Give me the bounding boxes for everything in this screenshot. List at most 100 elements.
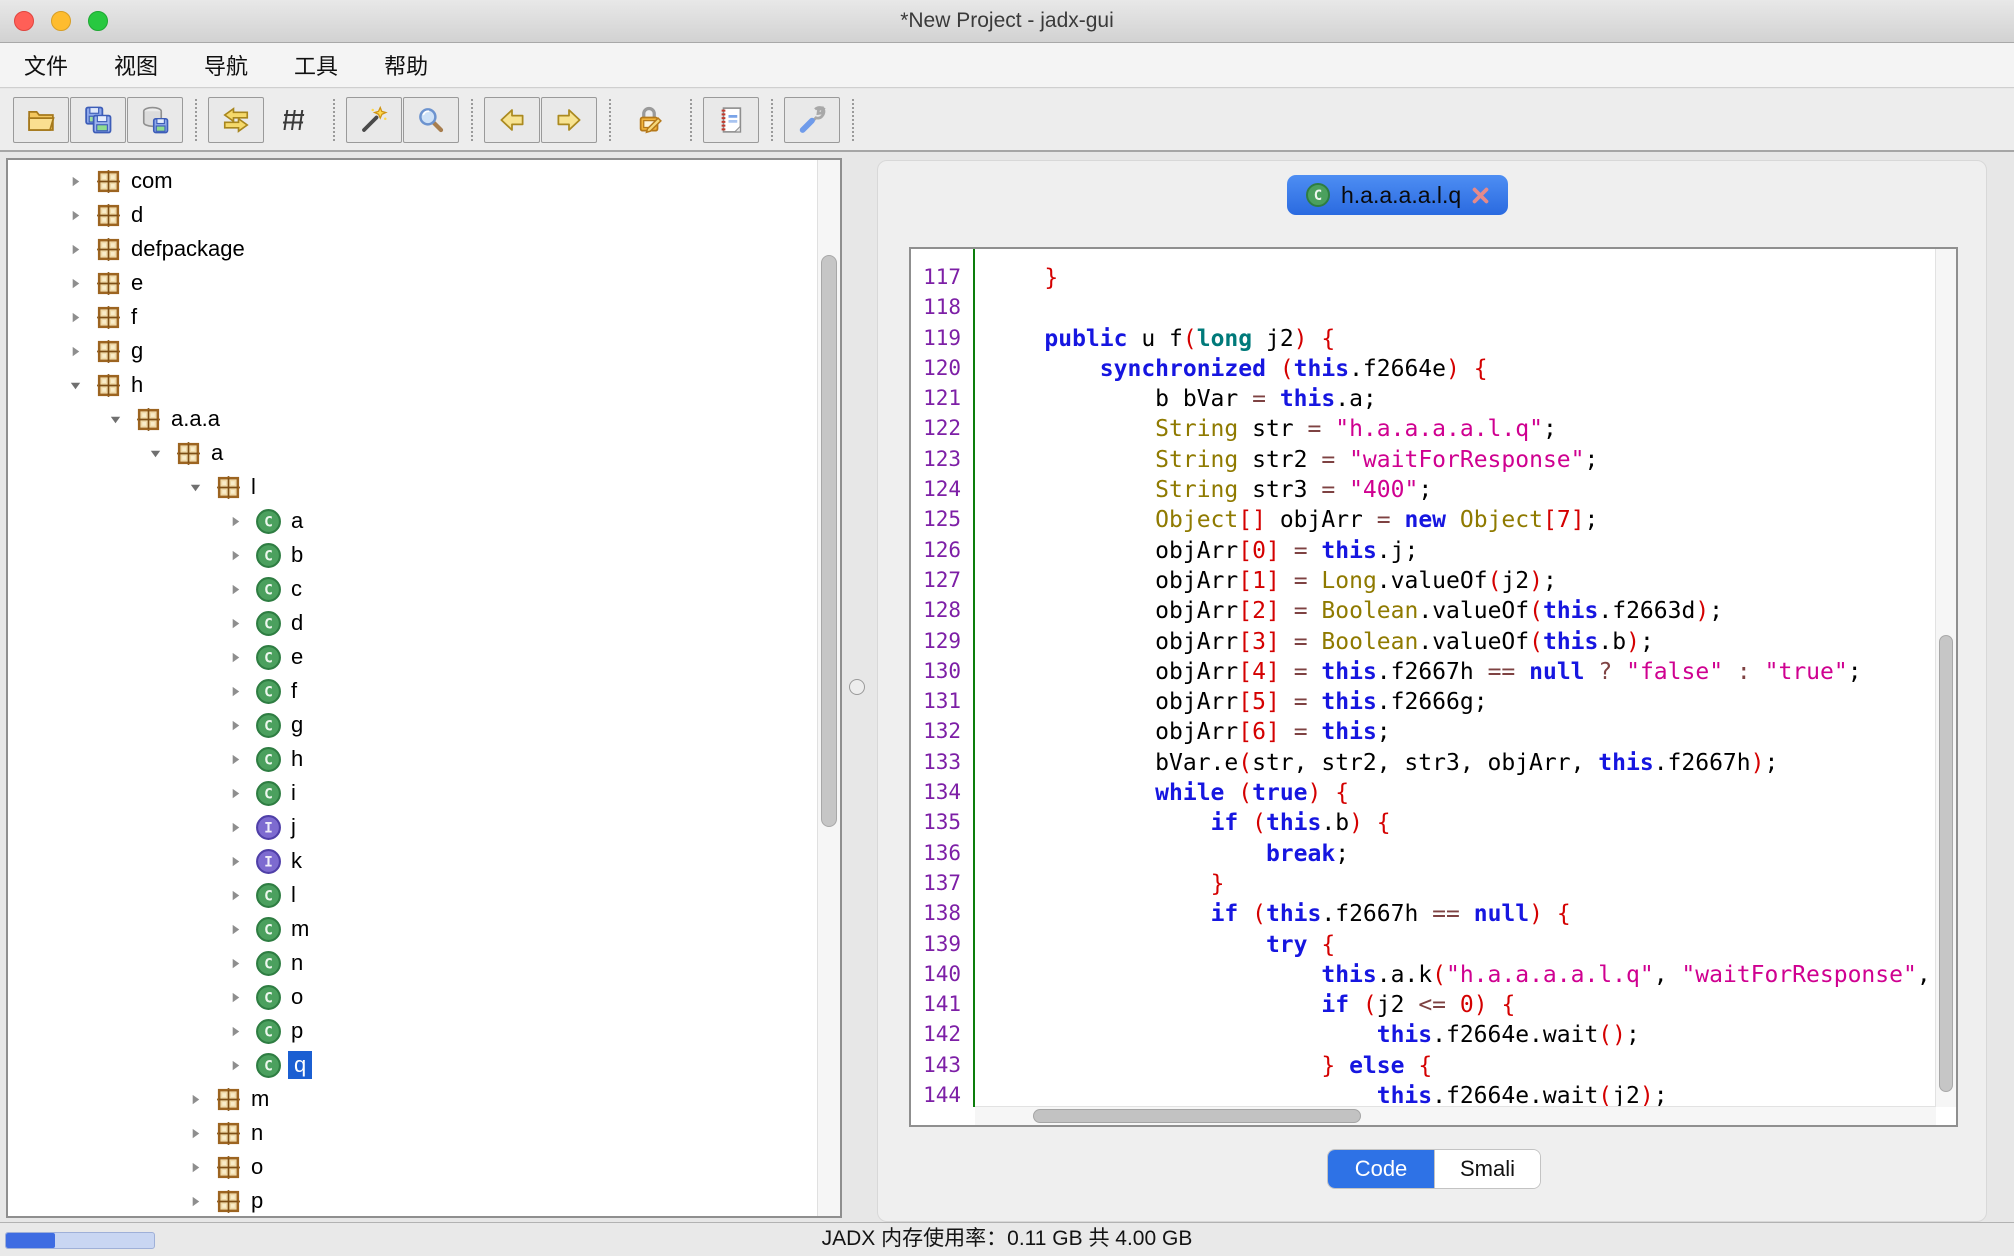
smali-view-button[interactable]: Smali <box>1434 1150 1540 1188</box>
tree-item-h[interactable]: h <box>8 368 818 402</box>
tree-vertical-scrollbar[interactable] <box>817 160 840 1216</box>
tree-item-defpackage[interactable]: defpackage <box>8 232 818 266</box>
triangle-right-icon[interactable] <box>182 1126 208 1141</box>
triangle-down-icon[interactable] <box>62 378 88 393</box>
tree-item-h[interactable]: Ch <box>8 742 818 776</box>
triangle-right-icon[interactable] <box>222 1024 248 1039</box>
tree-item-m[interactable]: m <box>8 1082 818 1116</box>
zoom-window-button[interactable] <box>88 11 108 31</box>
tree-item-k[interactable]: Ik <box>8 844 818 878</box>
triangle-right-icon[interactable] <box>222 616 248 631</box>
code-view-button[interactable]: Code <box>1328 1150 1434 1188</box>
menu-navigation[interactable]: 导航 <box>204 49 248 81</box>
code-text[interactable]: } public u f(long j2) { synchronized (th… <box>977 249 1936 1107</box>
triangle-right-icon[interactable] <box>222 752 248 767</box>
triangle-right-icon[interactable] <box>222 820 248 835</box>
triangle-right-icon[interactable] <box>222 650 248 665</box>
triangle-right-icon[interactable] <box>182 1092 208 1107</box>
triangle-right-icon[interactable] <box>222 684 248 699</box>
triangle-right-icon[interactable] <box>222 1058 248 1073</box>
tree-item-d[interactable]: Cd <box>8 606 818 640</box>
tree-item-d[interactable]: d <box>8 198 818 232</box>
deobfuscation-button[interactable] <box>265 97 321 143</box>
triangle-right-icon[interactable] <box>62 208 88 223</box>
triangle-right-icon[interactable] <box>62 344 88 359</box>
tree-item-p[interactable]: p <box>8 1184 818 1216</box>
triangle-right-icon[interactable] <box>222 888 248 903</box>
tab-h-a-a-a-a-l-q[interactable]: C h.a.a.a.a.l.q <box>1287 175 1508 215</box>
export-button[interactable] <box>127 97 183 143</box>
triangle-right-icon[interactable] <box>222 922 248 937</box>
forward-button[interactable] <box>541 97 597 143</box>
triangle-right-icon[interactable] <box>182 1160 208 1175</box>
class-search-button[interactable] <box>403 97 459 143</box>
tree-scrollbar-thumb[interactable] <box>821 255 837 827</box>
tree-item-a[interactable]: a <box>8 436 818 470</box>
triangle-right-icon[interactable] <box>222 854 248 869</box>
tree-item-label: o <box>251 1154 263 1180</box>
minimize-window-button[interactable] <box>51 11 71 31</box>
menu-view[interactable]: 视图 <box>114 49 158 81</box>
tree-item-o[interactable]: o <box>8 1150 818 1184</box>
tree-item-n[interactable]: n <box>8 1116 818 1150</box>
code-vertical-scrollbar[interactable] <box>1935 249 1956 1107</box>
code-line: String str = "h.a.a.a.a.l.q"; <box>989 416 1936 446</box>
tree-item-g[interactable]: Cg <box>8 708 818 742</box>
arrow-left-icon <box>497 105 527 135</box>
open-file-button[interactable] <box>13 97 69 143</box>
tree-item-a.a.a[interactable]: a.a.a <box>8 402 818 436</box>
tree-item-b[interactable]: Cb <box>8 538 818 572</box>
menu-file[interactable]: 文件 <box>24 49 68 81</box>
tree-item-com[interactable]: com <box>8 164 818 198</box>
tree-item-c[interactable]: Cc <box>8 572 818 606</box>
line-number: 137 <box>911 871 973 901</box>
triangle-right-icon[interactable] <box>62 242 88 257</box>
triangle-right-icon[interactable] <box>222 718 248 733</box>
text-search-button[interactable] <box>346 97 402 143</box>
close-tab-icon[interactable] <box>1471 186 1490 205</box>
triangle-right-icon[interactable] <box>62 276 88 291</box>
tree-item-e[interactable]: e <box>8 266 818 300</box>
triangle-down-icon[interactable] <box>142 446 168 461</box>
triangle-right-icon[interactable] <box>182 1194 208 1209</box>
code-vscrollbar-thumb[interactable] <box>1939 635 1953 1092</box>
code-hscrollbar-thumb[interactable] <box>1033 1109 1362 1123</box>
triangle-right-icon[interactable] <box>62 174 88 189</box>
reload-button[interactable] <box>208 97 264 143</box>
rename-button[interactable] <box>622 97 678 143</box>
triangle-right-icon[interactable] <box>222 582 248 597</box>
tree-item-a[interactable]: Ca <box>8 504 818 538</box>
tree-item-j[interactable]: Ij <box>8 810 818 844</box>
tree-item-m[interactable]: Cm <box>8 912 818 946</box>
triangle-right-icon[interactable] <box>222 990 248 1005</box>
back-button[interactable] <box>484 97 540 143</box>
tree-item-i[interactable]: Ci <box>8 776 818 810</box>
triangle-right-icon[interactable] <box>222 956 248 971</box>
log-viewer-button[interactable] <box>703 97 759 143</box>
code-horizontal-scrollbar[interactable] <box>975 1106 1936 1125</box>
class-icon: C <box>1305 182 1331 208</box>
tree-item-l[interactable]: l <box>8 470 818 504</box>
triangle-down-icon[interactable] <box>182 480 208 495</box>
save-all-button[interactable] <box>70 97 126 143</box>
tree-item-p[interactable]: Cp <box>8 1014 818 1048</box>
tree-item-f[interactable]: Cf <box>8 674 818 708</box>
triangle-right-icon[interactable] <box>222 514 248 529</box>
triangle-right-icon[interactable] <box>62 310 88 325</box>
splitter-handle[interactable] <box>849 679 865 695</box>
tree-item-o[interactable]: Co <box>8 980 818 1014</box>
tree-item-g[interactable]: g <box>8 334 818 368</box>
triangle-down-icon[interactable] <box>102 412 128 427</box>
triangle-right-icon[interactable] <box>222 786 248 801</box>
menu-tools[interactable]: 工具 <box>294 49 338 81</box>
tree-item-f[interactable]: f <box>8 300 818 334</box>
menu-help[interactable]: 帮助 <box>384 49 428 81</box>
triangle-right-icon[interactable] <box>222 548 248 563</box>
tree-item-e[interactable]: Ce <box>8 640 818 674</box>
tree-item-l[interactable]: Cl <box>8 878 818 912</box>
preferences-button[interactable] <box>784 97 840 143</box>
tree-item-n[interactable]: Cn <box>8 946 818 980</box>
close-window-button[interactable] <box>14 11 34 31</box>
tree-item-q[interactable]: Cq <box>8 1048 818 1082</box>
interface-icon: I <box>255 848 282 875</box>
